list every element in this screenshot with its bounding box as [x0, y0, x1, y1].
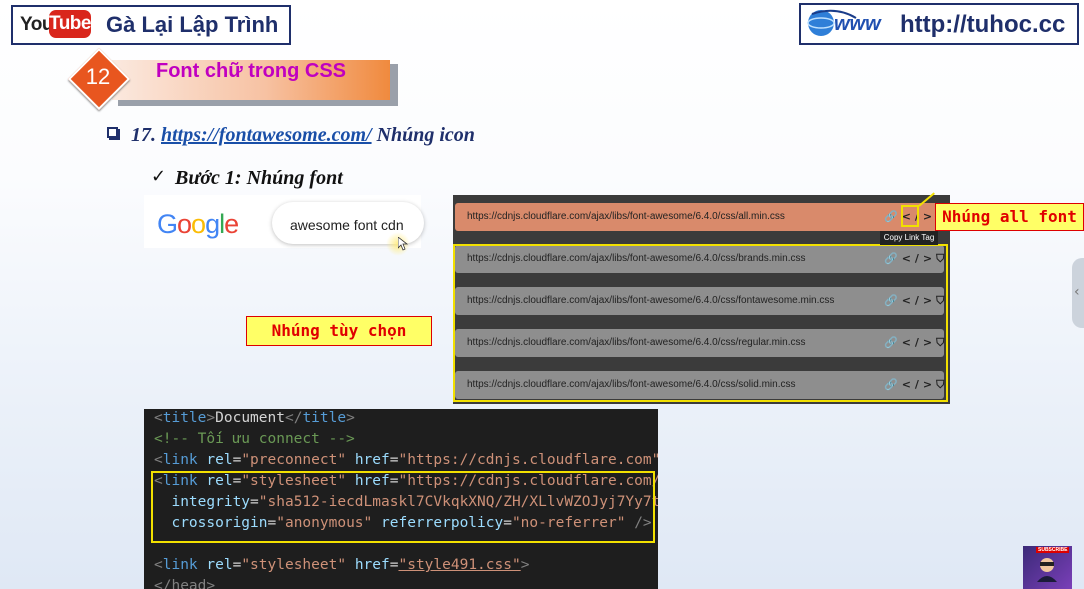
google-letter: g [205, 209, 220, 239]
google-letter: o [191, 209, 206, 239]
section-heading: 17. https://fontawesome.com/ Nhúng icon [131, 124, 475, 147]
code-highlight [151, 471, 655, 543]
youtube-logo-tube: Tube [49, 10, 91, 38]
cdn-url: https://cdnjs.cloudflare.com/ajax/libs/f… [467, 211, 785, 222]
search-query: awesome font cdn [290, 217, 404, 233]
lesson-number: 12 [85, 64, 111, 89]
google-letter: o [177, 209, 192, 239]
copy-link-tag-highlight [901, 205, 919, 227]
code-line-1: <title>Document</title> [154, 410, 355, 426]
google-logo: Google [157, 209, 239, 240]
google-letter: G [157, 209, 178, 239]
channel-name: Gà Lại Lập Trình [106, 12, 279, 37]
square-bullet-icon [107, 127, 118, 138]
checkmark-icon: ✓ [151, 166, 167, 187]
mouse-cursor-icon [398, 237, 408, 251]
svg-text:www: www [834, 13, 882, 35]
code-line-2: <!-- Tối ưu connect --> [154, 431, 355, 447]
code-line-7: <link rel="stylesheet" href="style491.cs… [154, 557, 530, 573]
lesson-title: Font chữ trong CSS [155, 60, 347, 82]
step-heading: Bước 1: Nhúng font [175, 167, 343, 189]
chevron-left-icon[interactable]: ‹ [1074, 284, 1080, 300]
label-embed-all: Nhúng all font [935, 203, 1084, 231]
site-url: http://tuhoc.cc [900, 11, 1066, 38]
subscribe-badge: SUBSCRIBE [1036, 547, 1070, 553]
code-line-3: <link rel="preconnect" href="https://cdn… [154, 452, 658, 468]
code-line-8: </head> [154, 578, 216, 589]
label-embed-optional: Nhúng tùy chọn [246, 316, 432, 346]
section-prefix: 17. [131, 124, 156, 146]
avatar-face-icon [1037, 558, 1057, 582]
optional-rows-highlight [453, 244, 948, 402]
section-suffix: Nhúng icon [376, 124, 475, 146]
www-globe-icon: www [807, 9, 882, 36]
copy-link-tooltip: Copy Link Tag [880, 231, 938, 245]
fontawesome-link[interactable]: https://fontawesome.com/ [161, 124, 372, 146]
google-letter: e [224, 209, 239, 239]
